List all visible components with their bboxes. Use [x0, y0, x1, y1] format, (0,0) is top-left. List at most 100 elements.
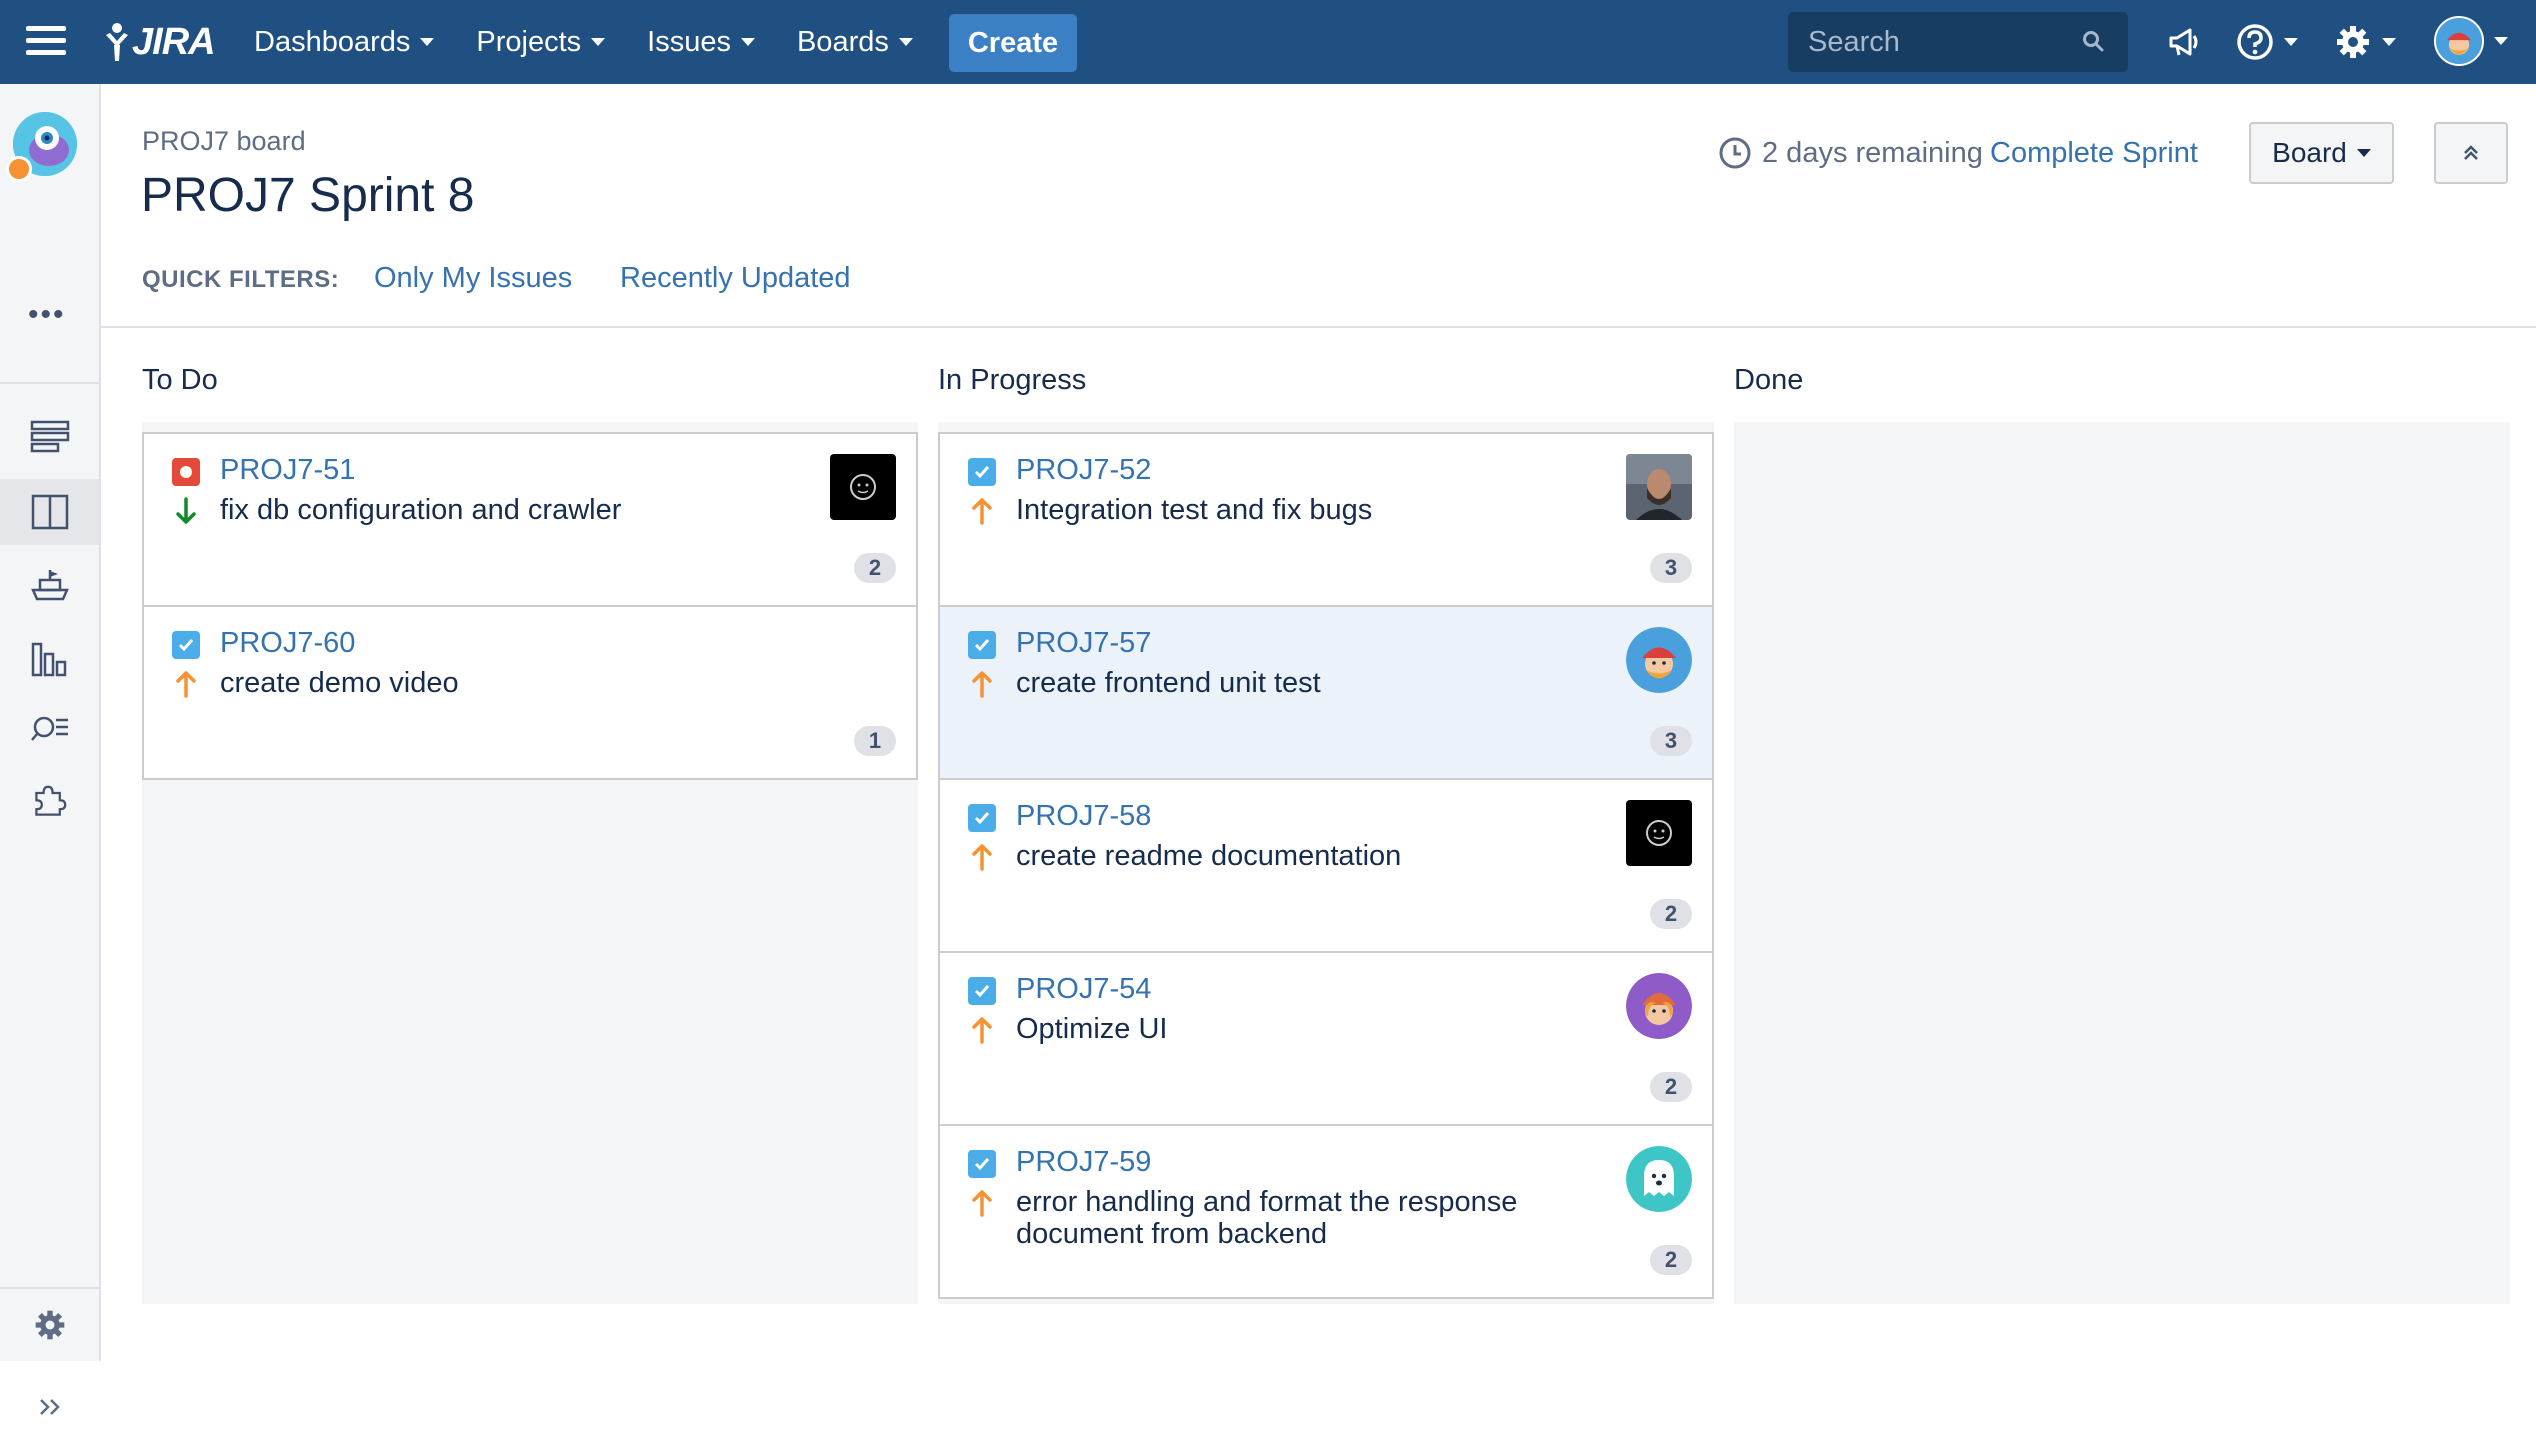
quick-filter-recently-updated[interactable]: Recently Updated: [620, 262, 851, 295]
sidebar-divider: [0, 382, 101, 384]
avatar: [1626, 973, 1692, 1039]
issue-card-selected[interactable]: PROJ7-57 create frontend unit test 3: [938, 605, 1714, 780]
task-checkbox-icon: [968, 804, 996, 832]
quick-filter-only-my-issues[interactable]: Only My Issues: [374, 262, 572, 295]
priority-high-icon: [972, 1190, 992, 1217]
issue-card[interactable]: PROJ7-54 Optimize UI 2: [938, 951, 1714, 1126]
nav-issues-label: Issues: [647, 25, 731, 58]
nav-projects-label: Projects: [476, 25, 582, 58]
issue-card[interactable]: PROJ7-52 Integration test and fix bugs 3: [938, 432, 1714, 607]
search-input[interactable]: [1808, 25, 2068, 59]
search-box: [1788, 12, 2128, 72]
sprint-remaining: 2 days remaining: [1718, 136, 1983, 170]
quick-filters-label: QUICK FILTERS:: [142, 266, 340, 293]
issue-card[interactable]: PROJ7-59 error handling and format the r…: [938, 1124, 1714, 1299]
issue-key[interactable]: PROJ7-51: [220, 454, 355, 487]
priority-high-icon: [972, 1017, 992, 1044]
nav-boards-label: Boards: [796, 25, 889, 58]
board-menu-button[interactable]: Board: [2249, 122, 2394, 184]
search-icon[interactable]: [2082, 30, 2104, 52]
issue-key[interactable]: PROJ7-54: [1016, 973, 1151, 1006]
chevron-down-icon: [898, 38, 913, 46]
priority-high-icon: [972, 498, 992, 525]
complete-sprint-link[interactable]: Complete Sprint: [1990, 137, 2198, 170]
sidebar-item-issues[interactable]: [0, 696, 99, 762]
issue-summary: create demo video: [220, 667, 459, 699]
header-divider: [101, 326, 2536, 328]
more-icon[interactable]: •••: [28, 300, 66, 330]
chevron-down-icon: [2356, 149, 2371, 157]
issue-card[interactable]: PROJ7-58 create readme documentation 2: [938, 778, 1714, 953]
project-type-badge-icon: [6, 156, 32, 182]
page-title: PROJ7 Sprint 8: [141, 169, 475, 222]
double-chevron-up-icon: [2464, 145, 2478, 160]
project-sidebar: •••: [0, 84, 101, 1415]
jira-logo-text: JIRA: [132, 20, 216, 63]
column-done: [1734, 422, 2510, 1304]
sidebar-divider: [0, 1287, 101, 1289]
top-navigation-bar: JIRA Dashboards Projects Issues Boards C…: [0, 0, 2536, 84]
task-checkbox-icon: [968, 458, 996, 486]
column-in-progress: PROJ7-52 Integration test and fix bugs 3…: [938, 422, 1714, 1304]
task-checkbox-icon: [968, 631, 996, 659]
releases-icon: [30, 570, 69, 601]
issue-summary: fix db configuration and crawler: [220, 494, 622, 526]
issue-card[interactable]: PROJ7-51 fix db configuration and crawle…: [142, 432, 918, 607]
column-header-to-do: To Do: [142, 364, 218, 396]
column-to-do: PROJ7-51 fix db configuration and crawle…: [142, 422, 918, 1304]
avatar: [1626, 800, 1692, 866]
issue-key[interactable]: PROJ7-59: [1016, 1146, 1151, 1179]
issue-key[interactable]: PROJ7-57: [1016, 627, 1151, 660]
sidebar-item-project-settings[interactable]: [0, 1292, 99, 1358]
nav-projects[interactable]: Projects: [476, 25, 606, 59]
issue-key[interactable]: PROJ7-60: [220, 627, 355, 660]
app-switcher-menu-icon[interactable]: [26, 26, 66, 58]
sidebar-item-active-sprints[interactable]: [0, 479, 99, 545]
issue-card[interactable]: PROJ7-60 create demo video 1: [142, 605, 918, 780]
sidebar-item-add-ons[interactable]: [0, 770, 99, 836]
jira-logo[interactable]: JIRA: [102, 16, 216, 68]
settings-icon: [35, 1310, 64, 1340]
create-button[interactable]: Create: [949, 14, 1077, 72]
megaphone-icon[interactable]: [2166, 18, 2202, 66]
sidebar-expand-button[interactable]: [0, 1374, 99, 1440]
nav-dashboards[interactable]: Dashboards: [254, 26, 435, 59]
chevron-down-icon: [591, 38, 606, 46]
sidebar-item-reports[interactable]: [0, 626, 99, 692]
task-checkbox-icon: [172, 631, 200, 659]
priority-high-icon: [972, 671, 992, 698]
chevron-down-icon: [2382, 38, 2396, 46]
task-checkbox-icon: [968, 977, 996, 1005]
avatar: [1626, 627, 1692, 693]
settings-icon[interactable]: [2334, 18, 2396, 66]
user-profile-menu[interactable]: [2434, 16, 2508, 66]
avatar: [1626, 454, 1692, 520]
chevron-down-icon: [2284, 38, 2298, 46]
story-points-badge: 2: [1650, 1245, 1692, 1275]
nav-issues[interactable]: Issues: [647, 26, 755, 59]
story-points-badge: 2: [1650, 1072, 1692, 1102]
active-sprints-icon: [31, 494, 68, 530]
board-button-label: Board: [2272, 137, 2347, 168]
issue-key[interactable]: PROJ7-52: [1016, 454, 1151, 487]
priority-low-icon: [176, 497, 196, 524]
chevron-down-icon: [740, 38, 755, 46]
issue-key[interactable]: PROJ7-58: [1016, 800, 1151, 833]
bug-icon: [172, 458, 200, 486]
remaining-text: 2 days remaining: [1762, 136, 1983, 169]
collapse-header-button[interactable]: [2434, 122, 2508, 184]
sidebar-item-backlog[interactable]: [0, 404, 99, 470]
board-name[interactable]: PROJ7 board: [142, 126, 306, 157]
jira-logo-icon: [106, 23, 128, 61]
avatar: [830, 454, 896, 520]
help-icon[interactable]: [2236, 18, 2298, 66]
puzzle-icon: [34, 785, 66, 816]
story-points-badge: 2: [1650, 899, 1692, 929]
backlog-icon: [30, 420, 69, 453]
sidebar-item-releases[interactable]: [0, 552, 99, 618]
story-points-badge: 3: [1650, 726, 1692, 756]
issues-search-icon: [30, 716, 68, 741]
issue-summary: create frontend unit test: [1016, 667, 1321, 699]
priority-high-icon: [972, 844, 992, 871]
nav-boards[interactable]: Boards: [797, 26, 913, 59]
